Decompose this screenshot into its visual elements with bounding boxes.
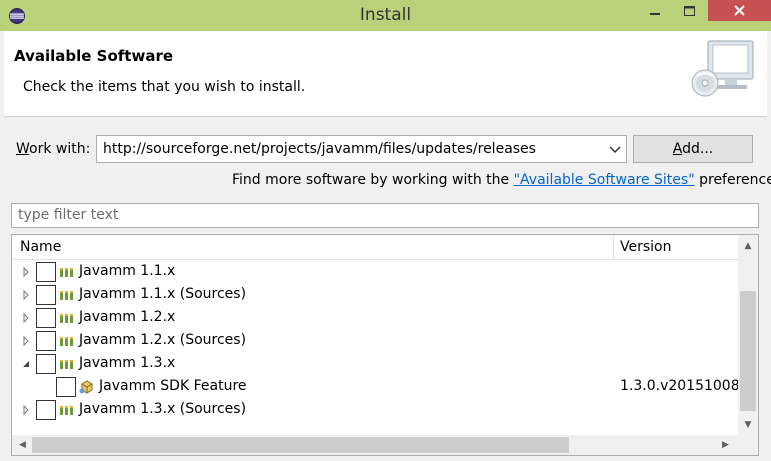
- row-checkbox[interactable]: [36, 285, 56, 305]
- available-software-sites-link[interactable]: "Available Software Sites": [514, 172, 695, 188]
- row-checkbox[interactable]: [56, 377, 76, 397]
- column-version[interactable]: Version: [620, 239, 671, 255]
- tree-row[interactable]: Javamm 1.1.x (Sources): [12, 284, 738, 307]
- feature-plugin-icon: [79, 380, 93, 394]
- scroll-up-icon[interactable]: ▲: [738, 237, 758, 254]
- row-version: 1.3.0.v20151008-1: [620, 378, 754, 394]
- minimize-icon: [649, 12, 660, 15]
- expand-arrow-icon[interactable]: [21, 313, 31, 323]
- row-checkbox[interactable]: [36, 308, 56, 328]
- software-tree[interactable]: Name Version Javamm 1.1.x Javamm 1.1.x (…: [11, 234, 759, 456]
- scrollbar-corner: [738, 435, 758, 455]
- find-more-text: Find more software by working with the "…: [232, 172, 771, 188]
- work-with-value: http://sourceforge.net/projects/javamm/f…: [103, 141, 536, 157]
- row-label: Javamm 1.1.x (Sources): [79, 286, 247, 302]
- maximize-button[interactable]: [672, 0, 707, 21]
- feature-group-icon: [60, 360, 73, 369]
- page-description: Check the items that you wish to install…: [23, 79, 306, 95]
- feature-group-icon: [60, 268, 73, 277]
- find-more-suffix: preferences.: [699, 172, 771, 188]
- tree-row[interactable]: Javamm 1.2.x (Sources): [12, 330, 738, 353]
- header-separator: [4, 116, 767, 117]
- close-button[interactable]: [708, 0, 771, 21]
- close-icon: [734, 5, 745, 16]
- row-label: Javamm 1.2.x (Sources): [79, 332, 247, 348]
- row-checkbox[interactable]: [36, 400, 56, 420]
- row-checkbox[interactable]: [36, 262, 56, 282]
- expand-arrow-icon[interactable]: [21, 405, 31, 415]
- row-label: Javamm SDK Feature: [99, 378, 247, 394]
- page-title: Available Software: [14, 47, 174, 65]
- vertical-scrollbar[interactable]: ▲ ▼: [738, 235, 758, 435]
- column-name[interactable]: Name: [20, 239, 61, 255]
- tree-row[interactable]: Javamm 1.1.x: [12, 261, 738, 284]
- feature-group-icon: [60, 406, 73, 415]
- collapse-arrow-icon[interactable]: [21, 359, 31, 369]
- row-checkbox[interactable]: [36, 354, 56, 374]
- tree-row[interactable]: Javamm 1.3.x (Sources): [12, 399, 738, 422]
- maximize-icon: [684, 5, 695, 16]
- scroll-right-icon[interactable]: ▶: [717, 435, 734, 455]
- row-label: Javamm 1.2.x: [79, 309, 176, 325]
- column-divider[interactable]: [613, 235, 614, 260]
- feature-group-icon: [60, 337, 73, 346]
- expand-arrow-icon[interactable]: [21, 336, 31, 346]
- feature-group-icon: [60, 314, 73, 323]
- expand-arrow-icon[interactable]: [21, 290, 31, 300]
- vertical-scroll-thumb[interactable]: [740, 291, 756, 411]
- chevron-down-icon[interactable]: [608, 142, 622, 156]
- horizontal-scroll-thumb[interactable]: [32, 437, 569, 453]
- scroll-left-icon[interactable]: ◀: [14, 435, 31, 455]
- work-with-combo[interactable]: http://sourceforge.net/projects/javamm/f…: [96, 135, 627, 163]
- scroll-down-icon[interactable]: ▼: [738, 416, 758, 433]
- horizontal-scrollbar[interactable]: ◀ ▶: [12, 435, 738, 455]
- tree-row[interactable]: Javamm 1.2.x: [12, 307, 738, 330]
- title-bar: Install: [0, 0, 771, 31]
- add-button[interactable]: Add...: [633, 135, 753, 163]
- row-label: Javamm 1.3.x: [79, 355, 176, 371]
- tree-row[interactable]: Javamm SDK Feature 1.3.0.v20151008-1: [12, 376, 754, 399]
- install-computer-icon: [691, 40, 754, 97]
- tree-row[interactable]: Javamm 1.3.x: [12, 353, 738, 376]
- row-label: Javamm 1.1.x: [79, 263, 176, 279]
- column-header: Name Version: [12, 235, 738, 260]
- find-more-prefix: Find more software by working with the: [232, 172, 514, 188]
- work-with-label: Work with:: [16, 141, 91, 157]
- minimize-button[interactable]: [637, 0, 672, 21]
- expand-arrow-icon[interactable]: [21, 267, 31, 277]
- wizard-header: Available Software Check the items that …: [4, 31, 767, 116]
- row-label: Javamm 1.3.x (Sources): [79, 401, 247, 417]
- filter-input[interactable]: type filter text: [11, 203, 759, 228]
- row-checkbox[interactable]: [36, 331, 56, 351]
- feature-group-icon: [60, 291, 73, 300]
